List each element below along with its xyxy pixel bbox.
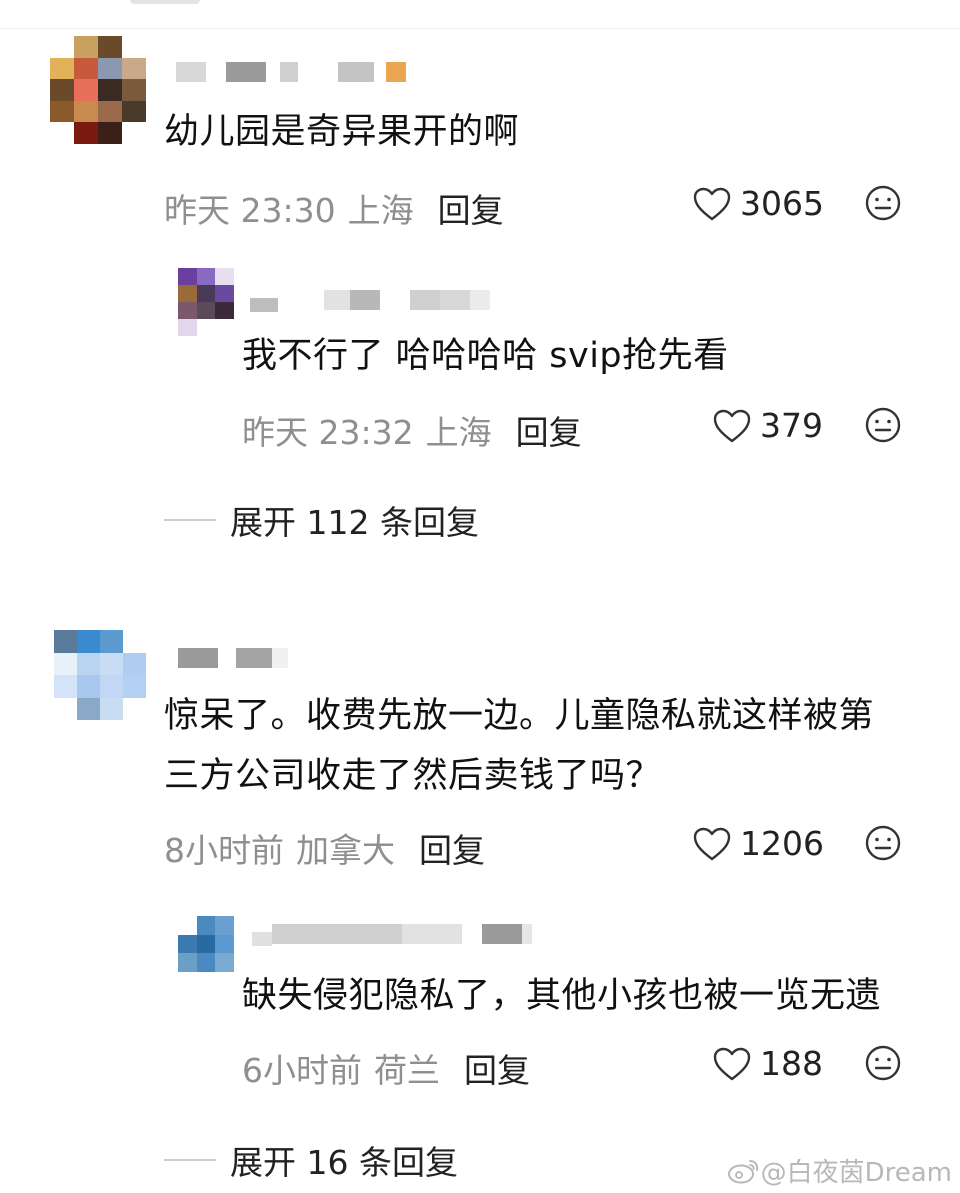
emoji-reaction-button[interactable] xyxy=(864,184,902,226)
expand-replies-label: 展开 112 条回复 xyxy=(230,503,479,542)
top-divider xyxy=(0,28,960,29)
like-button[interactable]: 1206 xyxy=(692,824,824,863)
heart-outline-icon xyxy=(713,409,751,442)
location: 上海 xyxy=(425,413,492,452)
like-count: 3065 xyxy=(740,184,824,223)
avatar[interactable] xyxy=(178,268,234,336)
reply-meta: 6小时前 荷兰 回复 xyxy=(242,1044,530,1092)
heart-outline-icon xyxy=(713,1047,751,1080)
timestamp: 8小时前 xyxy=(164,831,284,870)
reply-button[interactable]: 回复 xyxy=(516,406,582,454)
watermark: @白夜茵Dream xyxy=(727,1152,952,1189)
username-blurred[interactable] xyxy=(252,922,532,946)
location: 上海 xyxy=(347,191,414,230)
header-stub xyxy=(130,0,200,4)
weibo-logo-icon xyxy=(727,1159,758,1183)
like-button[interactable]: 379 xyxy=(712,406,823,445)
comment-meta: 8小时前 加拿大 回复 xyxy=(164,824,485,872)
expand-replies-button[interactable]: 展开 112 条回复 xyxy=(164,496,479,544)
emoji-face-icon xyxy=(865,185,901,221)
comment-text-line2: 三方公司收走了然后卖钱了吗？ xyxy=(164,756,662,796)
heart-outline-icon xyxy=(693,187,731,220)
like-button[interactable]: 188 xyxy=(712,1044,823,1083)
location: 加拿大 xyxy=(296,831,395,870)
emoji-reaction-button[interactable] xyxy=(864,824,902,866)
comment-text: 幼儿园是奇异果开的啊 xyxy=(164,112,520,152)
reply-button[interactable]: 回复 xyxy=(419,824,485,872)
expand-replies-label: 展开 16 条回复 xyxy=(230,1143,458,1182)
location: 荷兰 xyxy=(374,1051,440,1090)
like-count: 188 xyxy=(760,1044,823,1083)
like-count: 379 xyxy=(760,406,823,445)
like-button[interactable]: 3065 xyxy=(692,184,824,223)
expand-replies-button[interactable]: 展开 16 条回复 xyxy=(164,1136,458,1184)
timestamp: 昨天 23:30 xyxy=(164,191,336,230)
username-blurred[interactable] xyxy=(250,288,490,312)
timestamp: 昨天 23:32 xyxy=(242,413,414,452)
reply-meta: 昨天 23:32 上海 回复 xyxy=(242,406,582,454)
avatar[interactable] xyxy=(50,36,146,144)
emoji-reaction-button[interactable] xyxy=(864,1044,902,1086)
comment-meta: 昨天 23:30 上海 回复 xyxy=(164,184,504,232)
reply-text: 缺失侵犯隐私了，其他小孩也被一览无遗 xyxy=(242,976,882,1016)
heart-outline-icon xyxy=(693,827,731,860)
divider-line xyxy=(164,519,216,521)
emoji-face-icon xyxy=(865,1045,901,1081)
emoji-face-icon xyxy=(865,407,901,443)
username-blurred[interactable] xyxy=(176,62,406,82)
reply-button[interactable]: 回复 xyxy=(438,184,504,232)
avatar[interactable] xyxy=(178,916,234,972)
watermark-text: @白夜茵Dream xyxy=(760,1158,952,1188)
like-count: 1206 xyxy=(740,824,824,863)
emoji-reaction-button[interactable] xyxy=(864,406,902,448)
divider-line xyxy=(164,1159,216,1161)
reply-button[interactable]: 回复 xyxy=(464,1044,530,1092)
comment-text-line1: 惊呆了。收费先放一边。儿童隐私就这样被第 xyxy=(164,696,875,736)
reply-text: 我不行了 哈哈哈哈 svip抢先看 xyxy=(242,336,729,376)
emoji-face-icon xyxy=(865,825,901,861)
avatar[interactable] xyxy=(54,630,146,720)
username-blurred[interactable] xyxy=(178,648,288,668)
timestamp: 6小时前 xyxy=(242,1051,362,1090)
